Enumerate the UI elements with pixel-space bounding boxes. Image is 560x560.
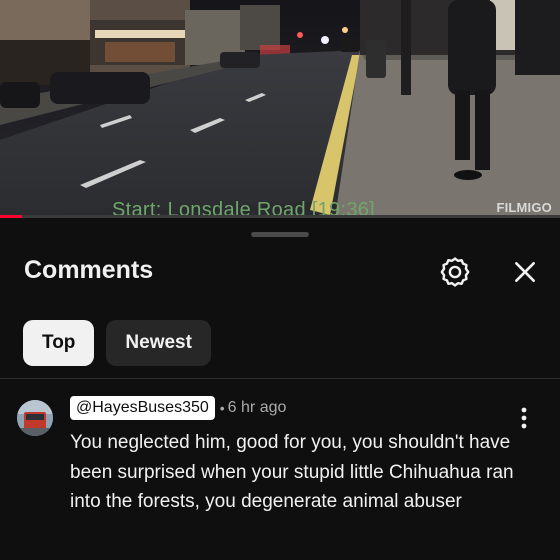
sort-chips: Top Newest [23,320,211,366]
comments-title: Comments [24,256,154,284]
comment-meta: @HayesBuses350 • 6 hr ago [70,396,286,420]
close-icon [515,262,535,282]
video-player[interactable]: Start: Lonsdale Road [19:36] FILMIGO [0,0,560,218]
meta-separator: • [219,400,225,416]
comments-sheet: Comments Top Newest @HayesBuses350 • 6 h… [0,218,560,560]
avatar[interactable] [17,400,53,436]
drag-handle[interactable] [251,232,309,237]
chip-top[interactable]: Top [23,320,95,366]
author-handle[interactable]: @HayesBuses350 [70,396,215,420]
avatar-image [17,400,53,436]
comment-time: 6 hr ago [227,399,287,416]
close-button[interactable] [505,252,545,292]
comment-text: You neglected him, good for you, you sho… [70,432,514,512]
watermark: FILMIGO [496,200,552,215]
more-vertical-icon [521,407,527,429]
chip-newest[interactable]: Newest [106,320,211,366]
gear-icon [440,257,470,287]
video-frame [0,0,560,218]
settings-button[interactable] [435,252,475,292]
divider [0,378,560,379]
